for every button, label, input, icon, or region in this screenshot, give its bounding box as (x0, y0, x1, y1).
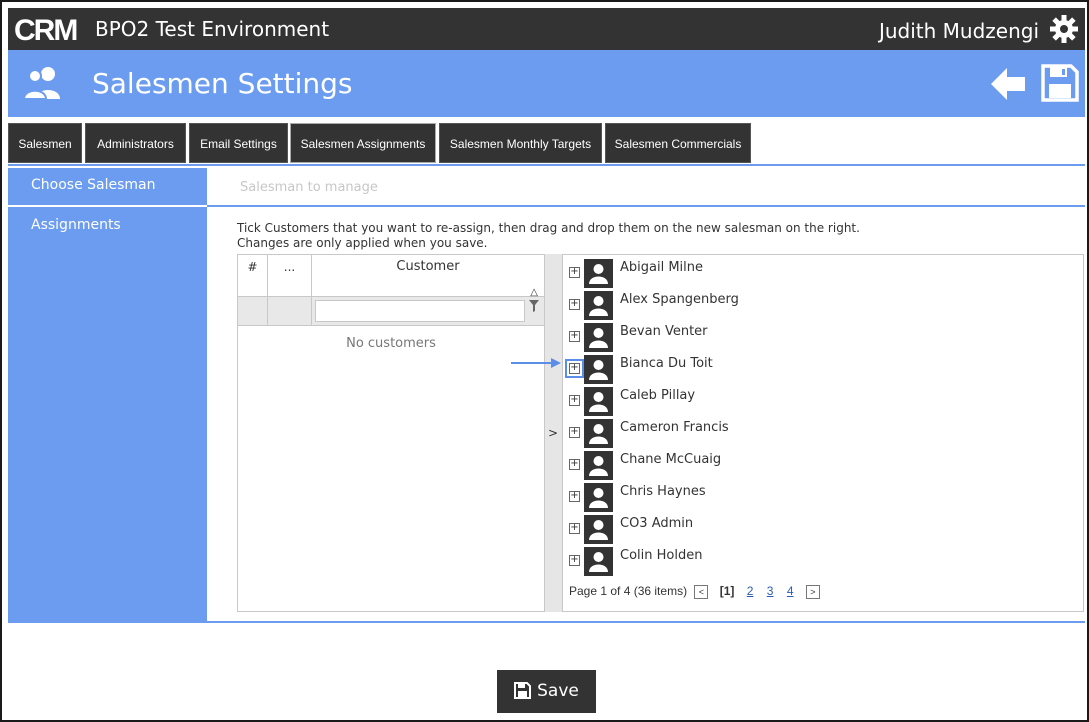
save-button[interactable]: Save (497, 670, 596, 713)
list-item[interactable]: + Chane McCuaig (563, 451, 1083, 483)
avatar (584, 387, 613, 416)
save-floppy-icon (514, 682, 532, 699)
salesman-name: Bianca Du Toit (620, 356, 713, 371)
page-title: Salesmen Settings (92, 67, 353, 100)
pager-prev-button[interactable]: < (694, 584, 709, 599)
salesman-name: Bevan Venter (620, 324, 708, 339)
instructions: Tick Customers that you want to re-assig… (237, 221, 860, 251)
customer-grid: # ... Customer △ No customers (237, 254, 545, 612)
app-window: CRM BPO2 Test Environment Judith Mudzeng… (8, 8, 1085, 718)
salesman-name: Caleb Pillay (620, 388, 696, 403)
salesman-name: Chris Haynes (620, 484, 706, 499)
filter-cell-options (268, 297, 312, 325)
pager-summary: Page 1 of 4 (36 items) (569, 584, 688, 598)
section-divider (207, 205, 1085, 207)
tab-salesmen-assignments[interactable]: Salesmen Assignments (290, 123, 436, 163)
filter-cell-number (238, 297, 268, 325)
expand-icon[interactable]: + (565, 359, 584, 378)
pointer-arrow-icon (511, 358, 561, 368)
column-number: # (238, 255, 268, 297)
avatar (584, 547, 613, 576)
column-customer[interactable]: Customer △ (312, 255, 544, 298)
salesman-name: Chane McCuaig (620, 452, 722, 467)
tab-administrators[interactable]: Administrators (85, 123, 186, 163)
save-button-label: Save (537, 681, 579, 701)
tab-bar: Salesmen Administrators Email Settings S… (8, 123, 1085, 163)
filter-row (238, 297, 544, 326)
choose-salesman-label: Choose Salesman (31, 177, 156, 193)
expand-icon[interactable]: + (569, 267, 580, 278)
list-item[interactable]: + Alex Spangenberg (563, 291, 1083, 323)
back-arrow-icon[interactable] (989, 66, 1027, 102)
avatar (584, 259, 613, 288)
gear-icon[interactable] (1049, 14, 1079, 44)
salesman-to-manage-field[interactable]: Salesman to manage (240, 180, 378, 195)
column-options[interactable]: ... (268, 255, 312, 297)
pager-page-4[interactable]: 4 (787, 584, 794, 598)
app-frame: CRM BPO2 Test Environment Judith Mudzeng… (0, 0, 1089, 722)
salesmen-list: + Abigail Milne + Alex Spangenberg + Bev… (562, 254, 1084, 612)
user-name[interactable]: Judith Mudzengi (879, 19, 1039, 43)
assignments-label: Assignments (31, 217, 121, 233)
tab-salesmen-monthly-targets[interactable]: Salesmen Monthly Targets (439, 123, 602, 163)
salesman-name: Abigail Milne (620, 260, 704, 275)
expand-icon[interactable]: + (569, 299, 580, 310)
save-icon[interactable] (1041, 64, 1079, 102)
expand-icon[interactable]: + (569, 459, 580, 470)
filter-icon[interactable] (529, 300, 539, 312)
tab-salesmen[interactable]: Salesmen (8, 123, 82, 163)
pager-page-2[interactable]: 2 (747, 584, 754, 598)
list-item[interactable]: + Abigail Milne (563, 259, 1083, 291)
splitter-arrow-icon[interactable]: > (548, 426, 558, 440)
svg-text:CRM: CRM (14, 15, 76, 43)
column-customer-label: Customer (396, 259, 460, 274)
bottom-divider (8, 621, 1085, 623)
empty-state: No customers (346, 336, 436, 351)
avatar (584, 323, 613, 352)
tab-email-settings[interactable]: Email Settings (189, 123, 288, 163)
avatar (584, 419, 613, 448)
expand-icon[interactable]: + (569, 427, 580, 438)
list-item[interactable]: + Colin Holden (563, 547, 1083, 579)
instructions-line-2: Changes are only applied when you save. (237, 236, 488, 250)
page-header: Salesmen Settings (8, 50, 1085, 117)
salesman-name: CO3 Admin (620, 516, 694, 531)
crm-logo[interactable]: CRM (14, 15, 86, 43)
salesman-name: Colin Holden (620, 548, 703, 563)
avatar (584, 483, 613, 512)
expand-icon[interactable]: + (569, 523, 580, 534)
customer-grid-header: # ... Customer △ (238, 255, 544, 298)
tab-salesmen-commercials[interactable]: Salesmen Commercials (605, 123, 751, 163)
avatar (584, 355, 613, 384)
list-item[interactable]: + CO3 Admin (563, 515, 1083, 547)
salesman-name: Cameron Francis (620, 420, 729, 435)
list-item[interactable]: + Chris Haynes (563, 483, 1083, 515)
pager-current-page: [1] (719, 584, 735, 598)
list-item[interactable]: + Caleb Pillay (563, 387, 1083, 419)
pager-page-3[interactable]: 3 (767, 584, 774, 598)
avatar (584, 291, 613, 320)
expand-icon[interactable]: + (569, 331, 580, 342)
tab-underline (8, 164, 1085, 166)
left-divider (8, 205, 207, 207)
top-bar: CRM BPO2 Test Environment Judith Mudzeng… (8, 8, 1085, 50)
app-title: BPO2 Test Environment (95, 17, 330, 41)
avatar (584, 451, 613, 480)
pager: Page 1 of 4 (36 items) < [1] 2 3 4 > (569, 584, 824, 599)
expand-icon[interactable]: + (569, 491, 580, 502)
list-item[interactable]: + Bevan Venter (563, 323, 1083, 355)
instructions-line-1: Tick Customers that you want to re-assig… (237, 221, 860, 235)
avatar (584, 515, 613, 544)
expand-icon[interactable]: + (569, 395, 580, 406)
users-icon (23, 67, 60, 100)
customer-filter-input[interactable] (315, 300, 525, 322)
left-panel: Choose Salesman Assignments (8, 168, 207, 622)
salesman-name: Alex Spangenberg (620, 292, 739, 307)
list-item[interactable]: + Cameron Francis (563, 419, 1083, 451)
expand-icon[interactable]: + (569, 555, 580, 566)
list-item[interactable]: + Bianca Du Toit (563, 355, 1083, 387)
pager-next-button[interactable]: > (805, 584, 820, 599)
